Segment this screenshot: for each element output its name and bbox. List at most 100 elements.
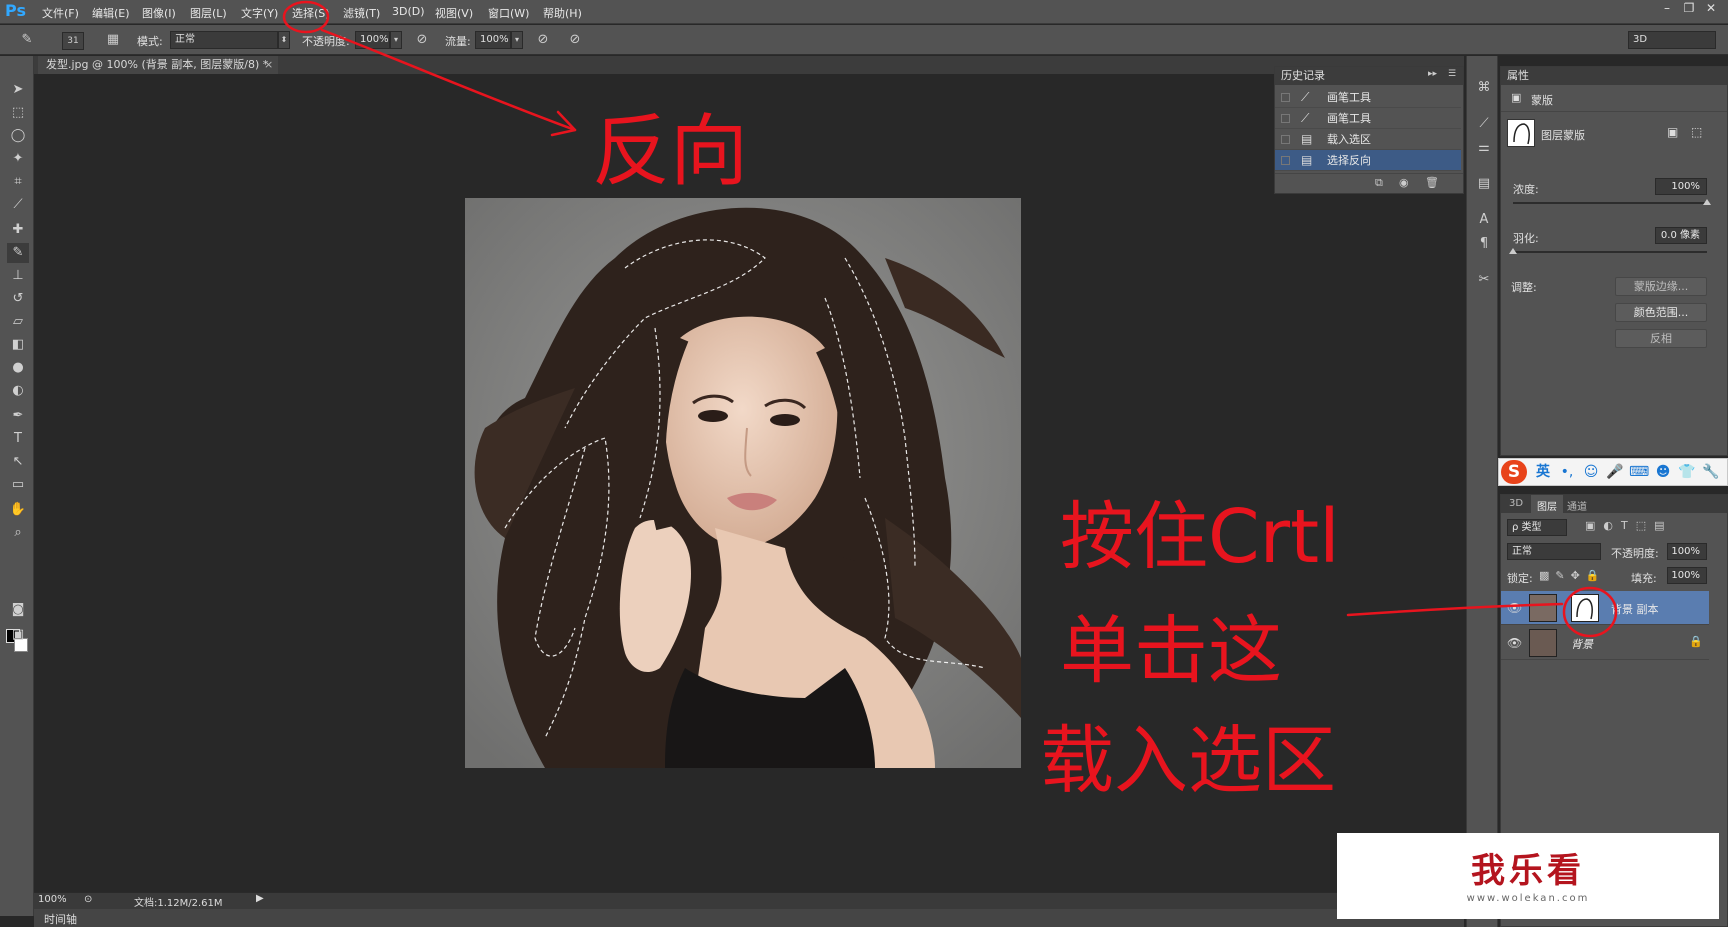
status-menu-arrow-icon[interactable]: ▶: [256, 893, 264, 904]
menu-layer[interactable]: 图层(L): [190, 5, 227, 21]
menu-3d[interactable]: 3D(D): [392, 5, 425, 18]
history-checkbox[interactable]: [1281, 156, 1290, 165]
menu-edit[interactable]: 编辑(E): [92, 5, 130, 21]
mode-select[interactable]: 正常: [170, 31, 278, 49]
menu-file[interactable]: 文件(F): [42, 5, 79, 21]
blur-tool-icon[interactable]: ●: [7, 358, 29, 378]
pressure-opacity-icon[interactable]: ⊘: [413, 32, 431, 50]
status-info-icon[interactable]: ⊙: [84, 894, 92, 905]
wrench-icon[interactable]: 🔧: [1701, 462, 1721, 482]
pressure-size-icon[interactable]: ⊘: [566, 32, 584, 50]
feather-input[interactable]: 0.0 像素: [1655, 227, 1707, 244]
trash-icon[interactable]: 🗑: [1425, 176, 1439, 189]
visibility-eye-icon[interactable]: 👁: [1507, 601, 1522, 615]
layer-filter-icons[interactable]: ▣◐T⬚▤: [1585, 519, 1673, 532]
screen-mode-icon[interactable]: ▣: [7, 625, 29, 645]
document-canvas-image[interactable]: [465, 198, 1021, 768]
zoom-tool-icon[interactable]: ⌕: [7, 523, 29, 543]
crop-tool-icon[interactable]: ⌗: [7, 172, 29, 192]
flow-dropdown-arrow-icon[interactable]: ▾: [511, 31, 523, 49]
stamp-tool-icon[interactable]: ⊥: [7, 266, 29, 286]
quick-mask-icon[interactable]: ◙: [7, 600, 29, 620]
quick-select-tool-icon[interactable]: ✦: [7, 149, 29, 169]
menu-help[interactable]: 帮助(H): [543, 5, 582, 21]
opacity-input[interactable]: 100%: [355, 31, 390, 49]
mask-edge-button[interactable]: 蒙版边缘...: [1615, 277, 1707, 296]
brush-panel-icon[interactable]: ▦: [104, 32, 122, 50]
dodge-tool-icon[interactable]: ◐: [7, 381, 29, 401]
history-item[interactable]: ⟋ 画笔工具: [1275, 87, 1461, 108]
skin-icon[interactable]: 👕: [1677, 462, 1697, 482]
menu-view[interactable]: 视图(V): [435, 5, 473, 21]
brush-tool-preset-icon[interactable]: ✎: [18, 32, 36, 50]
tab-layers[interactable]: 图层: [1531, 495, 1563, 513]
tab-3d[interactable]: 3D: [1509, 498, 1523, 509]
history-dock-icon[interactable]: ⌘: [1474, 78, 1494, 98]
document-tab-close-icon[interactable]: ×: [264, 58, 273, 71]
workspace-select[interactable]: 3D: [1628, 31, 1716, 49]
timeline-tab[interactable]: 时间轴: [44, 911, 77, 927]
lasso-tool-icon[interactable]: ◯: [7, 126, 29, 146]
feather-slider-thumb[interactable]: [1509, 248, 1517, 254]
history-checkbox[interactable]: [1281, 114, 1290, 123]
menu-type[interactable]: 文字(Y): [241, 5, 278, 21]
path-select-tool-icon[interactable]: ↖: [7, 452, 29, 472]
vector-mask-icon[interactable]: ⬚: [1691, 125, 1702, 139]
pixel-mask-icon[interactable]: ▣: [1667, 125, 1678, 139]
close-button[interactable]: ✕: [1700, 0, 1722, 18]
eraser-tool-icon[interactable]: ▱: [7, 312, 29, 332]
paragraph-dock-icon[interactable]: ¶: [1474, 234, 1494, 254]
fill-input[interactable]: 100%: [1667, 567, 1707, 584]
keyboard-icon[interactable]: ⌨: [1629, 462, 1649, 482]
document-tab[interactable]: 发型.jpg @ 100% (背景 副本, 图层蒙版/8) *: [38, 56, 278, 74]
brush-size-picker[interactable]: 31: [62, 32, 84, 50]
feather-slider-track[interactable]: [1513, 251, 1707, 253]
visibility-eye-icon[interactable]: 👁: [1507, 636, 1522, 650]
menu-image[interactable]: 图像(I): [142, 5, 176, 21]
layer-filter-select[interactable]: ρ 类型: [1507, 519, 1567, 536]
layer-comps-dock-icon[interactable]: ▤: [1474, 174, 1494, 194]
gradient-tool-icon[interactable]: ◧: [7, 335, 29, 355]
snapshot-icon[interactable]: ◉: [1399, 176, 1409, 189]
density-slider-track[interactable]: [1513, 202, 1707, 204]
history-brush-tool-icon[interactable]: ↺: [7, 289, 29, 309]
layer-row[interactable]: 👁 背景 🔒: [1501, 626, 1709, 660]
menu-filter[interactable]: 滤镜(T): [343, 5, 380, 21]
microphone-icon[interactable]: 🎤: [1605, 462, 1625, 482]
airbrush-icon[interactable]: ⊘: [534, 32, 552, 50]
restore-button[interactable]: ❐: [1678, 0, 1700, 18]
menu-select[interactable]: 选择(S): [292, 5, 330, 21]
punctuation-icon[interactable]: •,: [1557, 462, 1577, 482]
opacity-dropdown-arrow-icon[interactable]: ▾: [390, 31, 402, 49]
history-item[interactable]: ▤ 载入选区: [1275, 129, 1461, 150]
density-input[interactable]: 100%: [1655, 178, 1707, 195]
history-checkbox[interactable]: [1281, 135, 1290, 144]
properties-panel-title[interactable]: 属性: [1501, 67, 1727, 85]
layer-mask-thumb[interactable]: [1571, 594, 1599, 622]
layer-name[interactable]: 背景: [1571, 636, 1593, 652]
tab-channels[interactable]: 通道: [1567, 498, 1587, 513]
healing-brush-tool-icon[interactable]: ✚: [7, 220, 29, 240]
panel-collapse-icon[interactable]: ▸▸: [1428, 69, 1437, 79]
user-icon[interactable]: ☻: [1653, 462, 1673, 482]
adjustments-dock-icon[interactable]: ⚌: [1474, 138, 1494, 158]
move-tool-icon[interactable]: ➤: [7, 80, 29, 100]
blend-mode-select[interactable]: 正常: [1507, 543, 1601, 560]
eyedropper-tool-icon[interactable]: ⟋: [7, 195, 29, 215]
shape-tool-icon[interactable]: ▭: [7, 475, 29, 495]
layer-opacity-input[interactable]: 100%: [1667, 543, 1707, 560]
layer-row-active[interactable]: 👁 背景 副本: [1501, 591, 1709, 625]
layer-mask-thumbnail[interactable]: [1507, 119, 1535, 147]
character-dock-icon[interactable]: A: [1474, 210, 1494, 230]
tool-presets-dock-icon[interactable]: ✂: [1474, 270, 1494, 290]
sogou-logo-icon[interactable]: S: [1501, 460, 1527, 484]
lock-icons[interactable]: ▩✎✥🔒: [1539, 569, 1606, 582]
history-checkbox[interactable]: [1281, 93, 1290, 102]
mode-dropdown-arrow-icon[interactable]: ⬍: [278, 31, 290, 49]
brush-dock-icon[interactable]: ⟋: [1474, 114, 1494, 134]
type-tool-icon[interactable]: T: [7, 429, 29, 449]
color-range-button[interactable]: 颜色范围...: [1615, 303, 1707, 322]
invert-button[interactable]: 反相: [1615, 329, 1707, 348]
minimize-button[interactable]: –: [1656, 0, 1678, 18]
history-item-active[interactable]: ▤ 选择反向: [1275, 150, 1461, 171]
